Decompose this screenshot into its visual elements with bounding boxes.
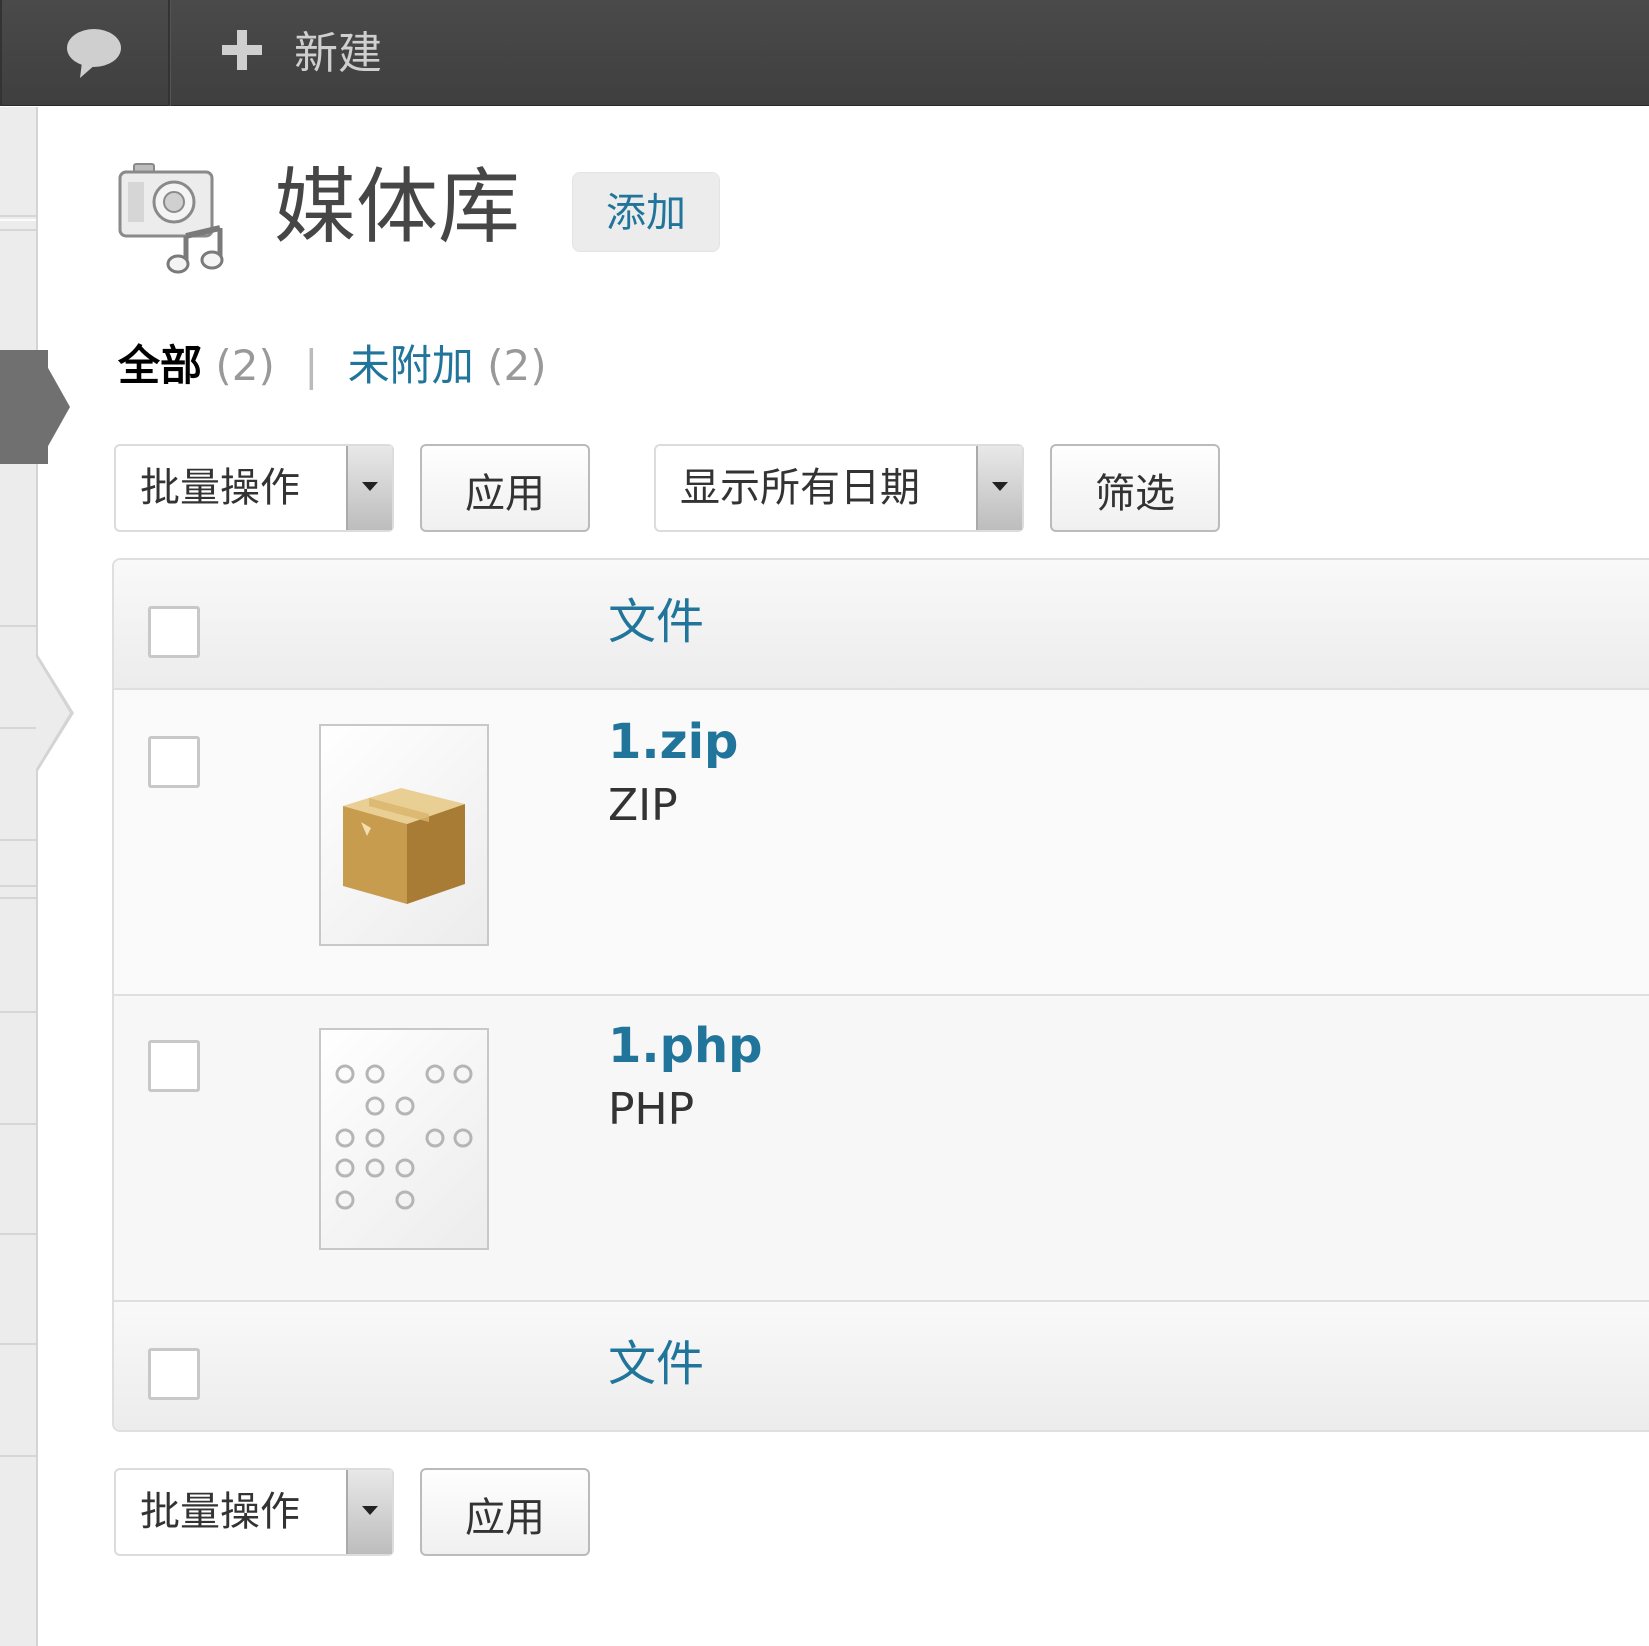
menu-separator xyxy=(0,885,36,887)
column-footer-file[interactable]: 文件 xyxy=(608,1334,704,1394)
menu-separator xyxy=(0,1343,36,1345)
table-header: 文件 xyxy=(114,560,1649,690)
archive-box-icon xyxy=(343,788,465,904)
plus-icon xyxy=(222,30,262,70)
menu-current-arrow xyxy=(38,350,70,464)
dropdown-arrow-icon xyxy=(346,1470,392,1554)
file-thumbnail[interactable] xyxy=(319,724,489,946)
file-title-link[interactable]: 1.zip xyxy=(608,712,738,772)
menu-separator xyxy=(0,1233,36,1235)
add-new-button[interactable]: 添加 xyxy=(572,172,720,252)
filter-divider: | xyxy=(304,341,319,390)
menu-separator xyxy=(0,219,36,221)
row-checkbox[interactable] xyxy=(148,736,200,788)
select-all-checkbox[interactable] xyxy=(148,606,200,658)
filter-all-link[interactable]: 全部 xyxy=(118,341,202,390)
file-title-link[interactable]: 1.php xyxy=(608,1016,763,1076)
filter-unattached-count: (2) xyxy=(487,341,547,390)
menu-separator xyxy=(0,839,36,841)
file-type: ZIP xyxy=(608,780,678,831)
table-row: 1.zip ZIP xyxy=(114,692,1649,996)
date-filter-label: 显示所有日期 xyxy=(680,465,920,511)
file-type: PHP xyxy=(608,1084,695,1135)
code-document-icon xyxy=(335,1064,473,1210)
menu-separator xyxy=(0,1123,36,1125)
media-library-icon xyxy=(118,163,224,274)
file-thumbnail[interactable] xyxy=(319,1028,489,1250)
new-content-button[interactable]: 新建 xyxy=(172,0,412,106)
bulk-actions-select-top[interactable]: 批量操作 xyxy=(114,444,394,532)
admin-menu xyxy=(0,107,48,1646)
menu-separator xyxy=(0,215,36,217)
apply-button-bottom[interactable]: 应用 xyxy=(420,1468,590,1556)
media-table: 文件 1.zip ZIP 1.php PHP 文件 xyxy=(112,558,1649,1432)
bulk-actions-label: 批量操作 xyxy=(140,465,300,511)
bulk-actions-label: 批量操作 xyxy=(140,1489,300,1535)
filter-unattached-link[interactable]: 未附加 xyxy=(348,341,474,390)
admin-bar: 新建 xyxy=(0,0,1649,106)
speech-bubble-icon xyxy=(67,29,121,78)
menu-separator xyxy=(0,1455,36,1457)
table-row: 1.php PHP xyxy=(114,996,1649,1300)
submenu-arrow xyxy=(36,657,70,769)
new-label: 新建 xyxy=(294,28,382,79)
menu-separator xyxy=(0,1011,36,1013)
dropdown-arrow-icon xyxy=(346,446,392,530)
page-title: 媒体库 xyxy=(274,160,521,255)
row-checkbox[interactable] xyxy=(148,1040,200,1092)
bulk-actions-select-bottom[interactable]: 批量操作 xyxy=(114,1468,394,1556)
view-filters: 全部 (2) | 未附加 (2) xyxy=(118,338,547,398)
filter-button[interactable]: 筛选 xyxy=(1050,444,1220,532)
comments-button[interactable] xyxy=(12,0,170,106)
table-footer: 文件 xyxy=(114,1300,1649,1430)
apply-button-top[interactable]: 应用 xyxy=(420,444,590,532)
menu-separator xyxy=(0,229,36,231)
column-header-file[interactable]: 文件 xyxy=(608,592,704,652)
dropdown-arrow-icon xyxy=(976,446,1022,530)
select-all-checkbox-footer[interactable] xyxy=(148,1348,200,1400)
date-filter-select[interactable]: 显示所有日期 xyxy=(654,444,1024,532)
menu-separator xyxy=(0,727,36,729)
admin-bar-divider xyxy=(0,0,2,106)
filter-all-count: (2) xyxy=(215,341,275,390)
menu-separator xyxy=(0,897,36,899)
menu-separator xyxy=(0,625,36,627)
